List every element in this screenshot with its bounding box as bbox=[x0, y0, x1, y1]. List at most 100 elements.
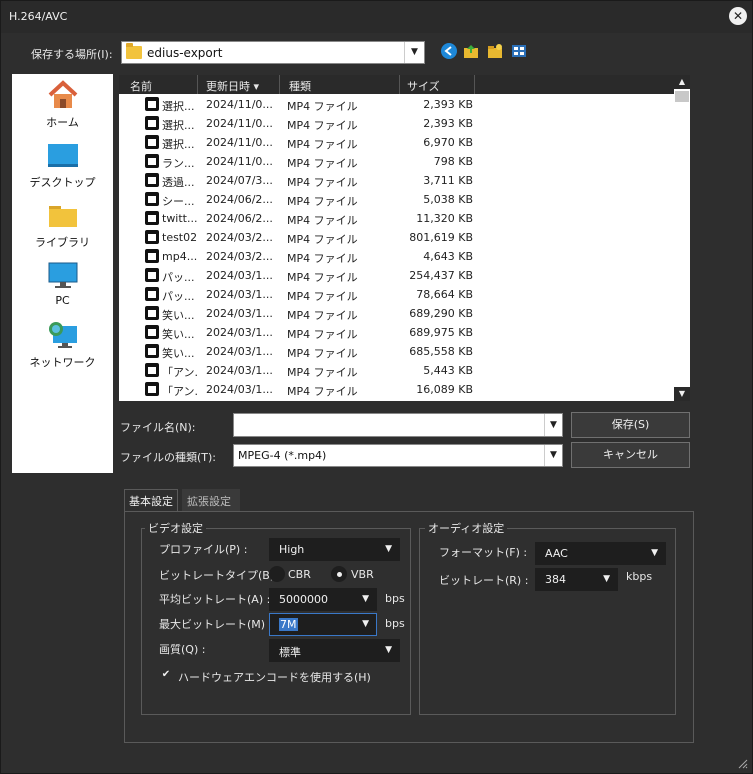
file-size: 11,320 KB bbox=[416, 212, 473, 225]
file-date: 2024/03/1... bbox=[206, 345, 273, 358]
scroll-thumb[interactable] bbox=[675, 91, 689, 102]
file-date: 2024/03/1... bbox=[206, 326, 273, 339]
video-file-icon bbox=[145, 230, 159, 244]
file-row[interactable]: test02 2024/03/2... MP4 ファイル 801,619 KB bbox=[119, 228, 674, 247]
audio-format-select[interactable]: AAC ▼ bbox=[535, 542, 666, 565]
file-size: 2,393 KB bbox=[423, 117, 473, 130]
chevron-down-icon[interactable]: ▼ bbox=[544, 414, 562, 436]
file-name: 選択... bbox=[162, 138, 195, 151]
cancel-button[interactable]: キャンセル bbox=[571, 442, 690, 468]
file-date: 2024/06/2... bbox=[206, 193, 273, 206]
hw-encode-checkbox[interactable]: ✔ bbox=[159, 668, 173, 682]
tab-basic[interactable]: 基本設定 bbox=[124, 489, 178, 511]
profile-label: プロファイル(P) : bbox=[159, 543, 248, 556]
file-row[interactable]: 笑い... 2024/03/1... MP4 ファイル 689,975 KB bbox=[119, 323, 674, 342]
file-row[interactable]: パッ... 2024/03/1... MP4 ファイル 78,664 KB bbox=[119, 285, 674, 304]
file-row[interactable]: 笑い... 2024/03/1... MP4 ファイル 689,290 KB bbox=[119, 304, 674, 323]
column-divider[interactable] bbox=[279, 75, 280, 94]
file-size: 254,437 KB bbox=[409, 269, 473, 282]
place-label: PC bbox=[55, 294, 70, 307]
file-row[interactable]: mp4... 2024/03/2... MP4 ファイル 4,643 KB bbox=[119, 247, 674, 266]
file-name: 透過... bbox=[162, 176, 195, 189]
filetype-select[interactable]: MPEG-4 (*.mp4) ▼ bbox=[233, 444, 563, 467]
profile-select[interactable]: High ▼ bbox=[269, 538, 400, 561]
view-menu-icon[interactable] bbox=[511, 43, 527, 59]
file-type: MP4 ファイル bbox=[287, 309, 358, 322]
location-combobox[interactable]: edius-export ▼ bbox=[121, 41, 425, 64]
file-row[interactable]: パッ... 2024/03/1... MP4 ファイル 254,437 KB bbox=[119, 266, 674, 285]
save-button[interactable]: 保存(S) bbox=[571, 412, 690, 438]
file-list-scrollbar[interactable]: ▲ ▼ bbox=[674, 75, 690, 401]
file-row[interactable]: 選択... 2024/11/0... MP4 ファイル 6,970 KB bbox=[119, 133, 674, 152]
chevron-down-icon[interactable]: ▼ bbox=[544, 445, 562, 466]
pc-icon bbox=[47, 260, 79, 290]
file-list-header: 名前 更新日時 ▾ 種類 サイズ bbox=[119, 75, 674, 94]
place-desktop[interactable]: デスクトップ bbox=[12, 140, 113, 190]
max-bitrate-value[interactable]: 7M bbox=[279, 618, 298, 631]
file-date: 2024/11/0... bbox=[206, 117, 273, 130]
place-network[interactable]: ネットワーク bbox=[12, 320, 113, 370]
back-icon[interactable] bbox=[441, 43, 457, 59]
file-row[interactable]: 「アン... 2024/03/1... MP4 ファイル 16,089 KB bbox=[119, 380, 674, 399]
new-folder-icon[interactable] bbox=[487, 43, 503, 59]
tab-advanced[interactable]: 拡張設定 bbox=[182, 489, 240, 511]
audio-bitrate-combobox[interactable]: 384 ▼ bbox=[535, 568, 618, 591]
chevron-down-icon[interactable]: ▼ bbox=[404, 42, 424, 63]
video-file-icon bbox=[145, 249, 159, 263]
library-icon bbox=[47, 200, 79, 230]
chevron-down-icon: ▼ bbox=[603, 574, 610, 584]
location-label: 保存する場所(I): bbox=[31, 48, 113, 61]
file-list[interactable]: 名前 更新日時 ▾ 種類 サイズ 選択... 2024/11/0... MP4 ファ… bbox=[119, 75, 674, 401]
place-label: ネットワーク bbox=[29, 356, 96, 369]
file-date: 2024/03/1... bbox=[206, 269, 273, 282]
settings-panel: ビデオ設定 プロファイル(P) : High ▼ ビットレートタイプ(B) : … bbox=[124, 511, 694, 743]
place-library[interactable]: ライブラリ bbox=[12, 200, 113, 250]
file-name: 笑い... bbox=[162, 328, 195, 341]
file-date: 2024/11/0... bbox=[206, 136, 273, 149]
column-header-date[interactable]: 更新日時 ▾ bbox=[206, 78, 259, 94]
file-row[interactable]: twitt... 2024/06/2... MP4 ファイル 11,320 KB bbox=[119, 209, 674, 228]
file-row[interactable]: シー... 2024/06/2... MP4 ファイル 5,038 KB bbox=[119, 190, 674, 209]
quality-label: 画質(Q) : bbox=[159, 643, 206, 656]
place-home[interactable]: ホーム bbox=[12, 80, 113, 130]
file-row[interactable]: 透過... 2024/07/3... MP4 ファイル 3,711 KB bbox=[119, 171, 674, 190]
close-button[interactable]: ✕ bbox=[729, 7, 747, 25]
column-header-type[interactable]: 種類 bbox=[289, 78, 311, 94]
sort-desc-icon: ▾ bbox=[253, 80, 260, 93]
file-row[interactable]: 「アン... 2024/03/1... MP4 ファイル 5,443 KB bbox=[119, 361, 674, 380]
chevron-down-icon: ▼ bbox=[385, 645, 392, 655]
file-row[interactable]: 笑い... 2024/03/1... MP4 ファイル 685,558 KB bbox=[119, 342, 674, 361]
file-name: 笑い... bbox=[162, 309, 195, 322]
column-divider[interactable] bbox=[474, 75, 475, 94]
file-row[interactable]: 選択... 2024/11/0... MP4 ファイル 2,393 KB bbox=[119, 114, 674, 133]
file-row[interactable]: 選択... 2024/11/0... MP4 ファイル 2,393 KB bbox=[119, 95, 674, 114]
up-folder-icon[interactable] bbox=[463, 43, 479, 59]
place-pc[interactable]: PC bbox=[12, 260, 113, 307]
vbr-radio[interactable] bbox=[331, 566, 347, 582]
column-header-name[interactable]: 名前 bbox=[130, 78, 152, 94]
filename-combobox[interactable]: ▼ bbox=[233, 413, 563, 437]
quality-select[interactable]: 標準 ▼ bbox=[269, 639, 400, 662]
file-type: MP4 ファイル bbox=[287, 252, 358, 265]
cbr-radio[interactable] bbox=[269, 566, 285, 582]
file-size: 2,393 KB bbox=[423, 98, 473, 111]
chevron-down-icon: ▼ bbox=[651, 548, 658, 558]
video-file-icon bbox=[145, 363, 159, 377]
column-divider[interactable] bbox=[399, 75, 400, 94]
file-name: 「アン... bbox=[162, 366, 197, 379]
avg-bitrate-value: 5000000 bbox=[279, 593, 328, 606]
resize-grip-icon[interactable] bbox=[736, 757, 748, 769]
column-divider[interactable] bbox=[197, 75, 198, 94]
file-name: シー... bbox=[162, 195, 195, 208]
avg-bitrate-combobox[interactable]: 5000000 ▼ bbox=[269, 588, 377, 611]
video-file-icon bbox=[145, 325, 159, 339]
network-icon bbox=[47, 320, 79, 350]
scroll-up-icon[interactable]: ▲ bbox=[674, 75, 690, 89]
vbr-label: VBR bbox=[351, 568, 374, 581]
file-date: 2024/11/0... bbox=[206, 155, 273, 168]
home-icon bbox=[47, 80, 79, 110]
scroll-down-icon[interactable]: ▼ bbox=[674, 387, 690, 401]
max-bitrate-combobox[interactable]: 7M ▼ bbox=[269, 613, 377, 636]
column-header-size[interactable]: サイズ bbox=[407, 78, 440, 94]
file-row[interactable]: ラン... 2024/11/0... MP4 ファイル 798 KB bbox=[119, 152, 674, 171]
